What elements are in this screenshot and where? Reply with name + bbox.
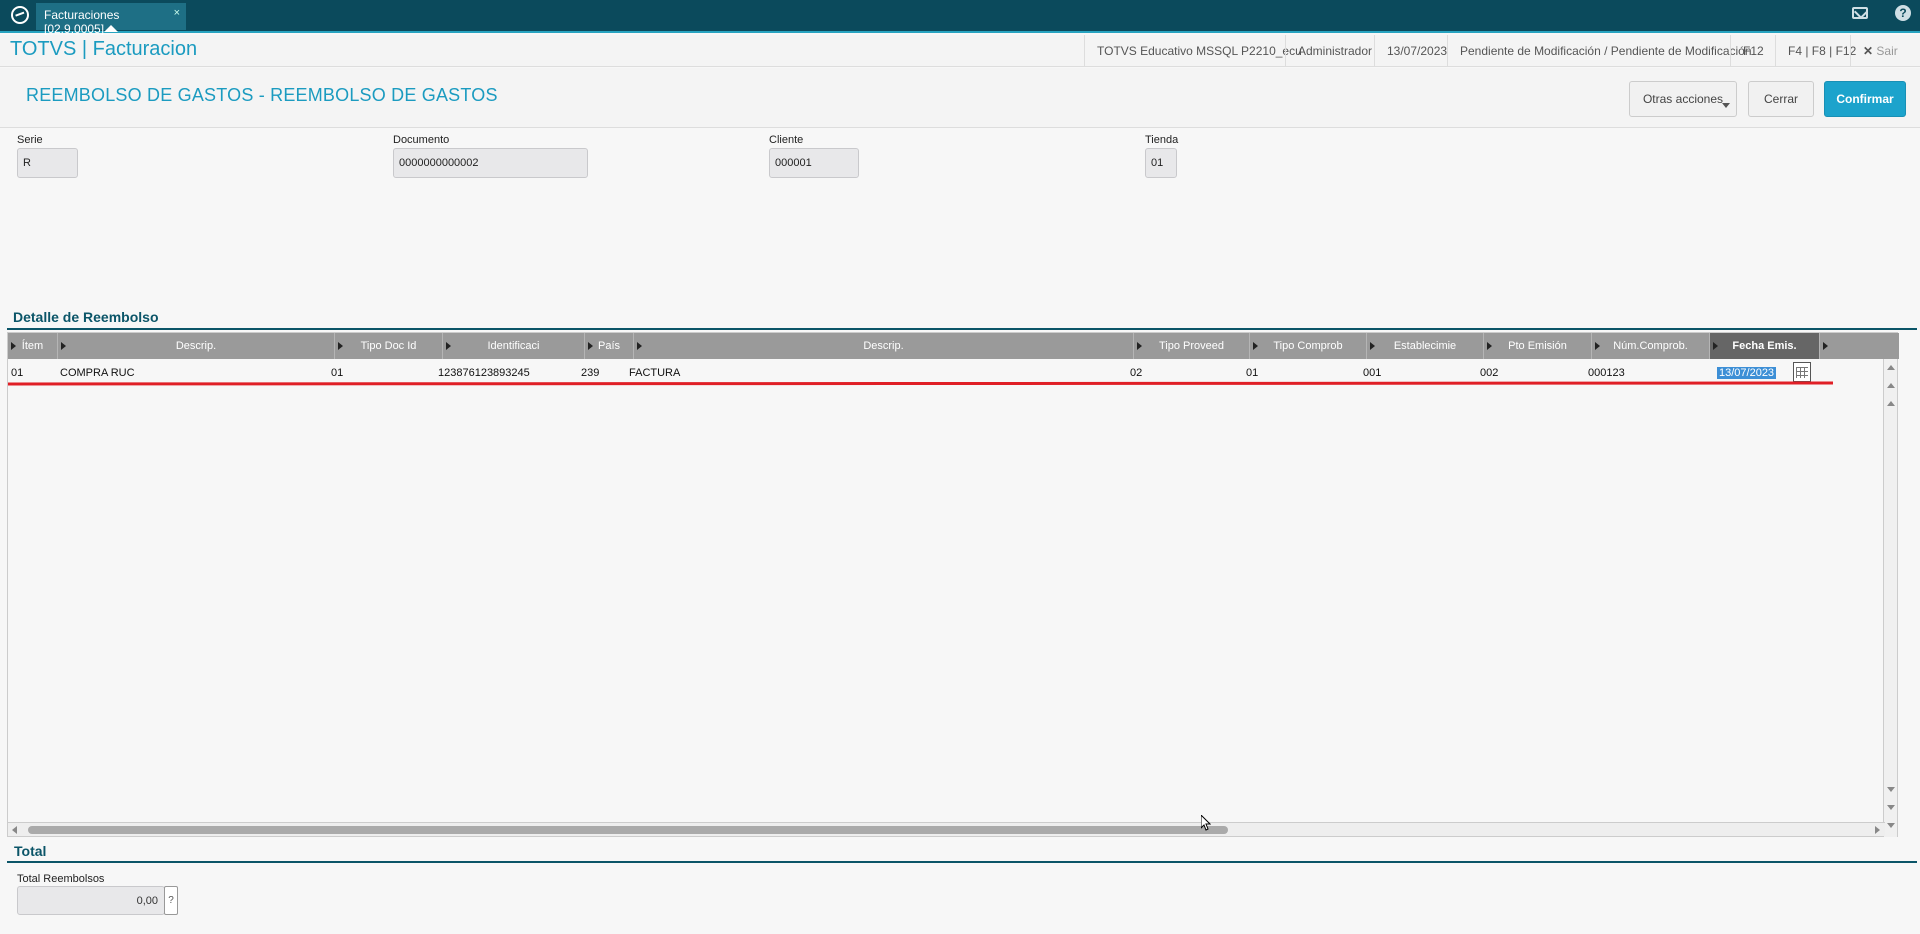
horizontal-scroll-thumb[interactable] [28,826,1228,834]
total-section-title: Total [14,843,47,859]
mail-icon[interactable] [1852,7,1868,19]
cell-descrip[interactable]: COMPRA RUC [60,367,135,379]
documento-field[interactable]: 0000000000002 [393,148,588,178]
other-actions-button[interactable]: Otras acciones [1629,81,1737,117]
total-help-button[interactable]: ? [164,886,178,915]
column-header-descrip-2[interactable]: Descrip. [634,333,1134,359]
serie-field[interactable]: R [17,148,78,178]
cell-pais[interactable]: 239 [581,367,599,379]
chevron-down-icon [1722,103,1730,108]
cell-establecimiento[interactable]: 001 [1363,367,1381,379]
column-arrow-icon [1370,342,1375,350]
total-divider [7,861,1917,863]
calendar-icon[interactable] [1793,362,1811,382]
cell-pto-emision[interactable]: 002 [1480,367,1498,379]
scroll-down-icon[interactable] [1887,823,1895,828]
cliente-label: Cliente [769,134,804,146]
column-header-tipo-proveed[interactable]: Tipo Proveed [1134,333,1250,359]
column-header-tipo-doc-id[interactable]: Tipo Doc Id [335,333,443,359]
column-header-pais[interactable]: País [585,333,634,359]
cell-descrip-2[interactable]: FACTURA [629,367,680,379]
column-arrow-icon [588,342,593,350]
page-title: REEMBOLSO DE GASTOS - REEMBOLSO DE GASTO… [26,85,498,105]
serie-label: Serie [17,134,43,146]
shortcut-f12[interactable]: F12 [1730,35,1776,67]
reimbursement-grid[interactable]: Ítem Descrip. Tipo Doc Id Identificaci P… [7,332,1899,837]
cliente-field[interactable]: 000001 [769,148,859,178]
cell-identificacion[interactable]: 123876123893245 [438,367,530,379]
column-arrow-icon [1823,342,1828,350]
app-title: TOTVS | Facturacion [10,38,198,60]
cell-num-comprob[interactable]: 000123 [1588,367,1625,379]
tab-close-icon[interactable]: × [174,7,180,19]
column-header-extra[interactable] [1820,333,1899,359]
column-arrow-icon [1253,342,1258,350]
page-title-bar: REEMBOLSO DE GASTOS - REEMBOLSO DE GASTO… [0,68,1920,128]
column-header-item[interactable]: Ítem [8,333,58,359]
cell-tipo-proveed[interactable]: 02 [1130,367,1142,379]
tab-facturaciones[interactable]: Facturaciones [02.9.0005] × [36,3,186,36]
column-arrow-icon [1487,342,1492,350]
scroll-bottom-icon[interactable] [1887,787,1895,792]
mouse-cursor-icon [1201,815,1211,831]
column-header-descrip[interactable]: Descrip. [58,333,335,359]
other-actions-label: Otras acciones [1642,92,1724,106]
column-arrow-icon [338,342,343,350]
total-reembolsos-field[interactable]: 0,00 [17,886,165,915]
environment-info[interactable]: TOTVS Educativo MSSQL P2210_ecu [1084,35,1314,67]
scroll-top-icon[interactable] [1887,401,1895,406]
tab-active-indicator [104,25,118,32]
column-arrow-icon [1595,342,1600,350]
totvs-logo-icon[interactable] [11,6,29,24]
cell-fecha-emis[interactable]: 13/07/2023 [1717,367,1777,379]
column-arrow-icon [1137,342,1142,350]
status-info: Pendiente de Modificación / Pendiente de… [1447,35,1764,67]
column-header-establecimiento[interactable]: Establecimie [1367,333,1484,359]
grid-header: Ítem Descrip. Tipo Doc Id Identificaci P… [8,333,1899,359]
cell-item[interactable]: 01 [11,367,23,379]
column-header-identificacion[interactable]: Identificaci [443,333,585,359]
detail-section-title: Detalle de Reembolso [13,309,159,325]
confirm-button[interactable]: Confirmar [1824,81,1906,117]
tienda-label: Tienda [1145,134,1179,146]
column-header-num-comprob[interactable]: Núm.Comprob. [1592,333,1710,359]
column-arrow-icon [61,342,66,350]
total-reembolsos-label: Total Reembolsos [17,873,105,885]
horizontal-scrollbar[interactable] [8,822,1885,836]
top-bar: Facturaciones [02.9.0005] × ? [0,0,1920,36]
exit-label: Sair [1876,44,1898,58]
exit-button[interactable]: ✕ Sair [1850,35,1920,67]
close-icon: ✕ [1863,44,1874,58]
help-icon[interactable]: ? [1895,5,1911,21]
row-highlight-underline [7,381,1834,386]
scroll-page-up-icon[interactable] [1887,383,1895,388]
tienda-field[interactable]: 01 [1145,148,1177,178]
column-header-fecha-emis[interactable]: Fecha Emis. [1710,333,1820,359]
app-header: TOTVS | Facturacion TOTVS Educativo MSSQ… [0,35,1920,67]
column-arrow-icon [446,342,451,350]
vertical-scrollbar[interactable] [1883,359,1897,837]
close-button[interactable]: Cerrar [1748,81,1814,117]
column-header-tipo-comprob[interactable]: Tipo Comprob [1250,333,1367,359]
scroll-page-down-icon[interactable] [1887,805,1895,810]
user-info[interactable]: Administrador [1285,35,1384,67]
column-arrow-icon [1713,342,1718,350]
scroll-up-icon[interactable] [1887,365,1895,370]
scroll-right-icon[interactable] [1875,826,1880,834]
scroll-left-icon[interactable] [12,826,17,834]
column-arrow-icon [637,342,642,350]
column-arrow-icon [11,342,16,350]
cell-tipo-comprob[interactable]: 01 [1246,367,1258,379]
detail-divider [7,328,1917,330]
documento-label: Documento [393,134,450,146]
column-header-pto-emision[interactable]: Pto Emisión [1484,333,1592,359]
cell-tipo-doc-id[interactable]: 01 [331,367,343,379]
